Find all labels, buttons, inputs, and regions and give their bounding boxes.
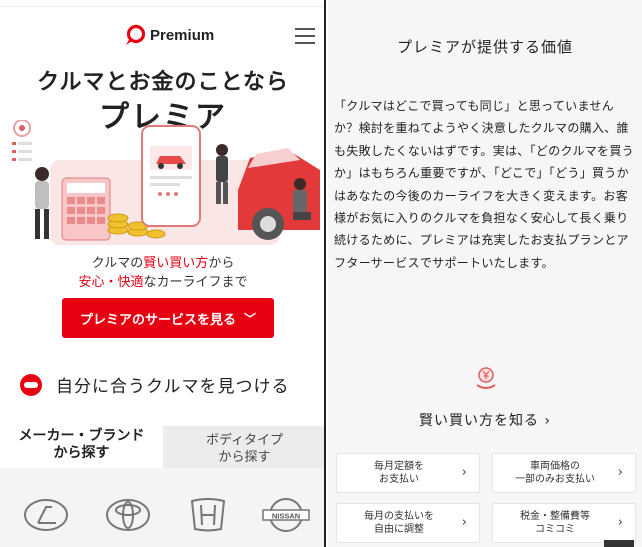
calculator-illustration [61, 177, 111, 241]
learn-smart-buying-link[interactable]: 賢い買い方を知る › [328, 410, 642, 430]
value-panel: プレミアが提供する価値 「クルマはどこで買っても同じ」と思っていませんか？検討を… [328, 0, 642, 547]
target-icon [12, 119, 32, 161]
card-label-line1: 毎月の支払いを [364, 511, 434, 522]
tagline-text: から [208, 256, 235, 271]
premium-logo[interactable]: Premium [124, 24, 214, 46]
card-label-line2: 自由に調整 [374, 524, 424, 535]
yen-coin-icon [473, 365, 499, 391]
card-label-line1: 税金・整備費等 [520, 511, 590, 522]
card-label: 毎月の支払いを 自由に調整 [364, 510, 434, 536]
value-section-body: 「クルマはどこで買っても同じ」と思っていませんか？検討を重ねてようやく決意したク… [334, 99, 634, 270]
tab-body-type[interactable]: ボディタイプ から探す [163, 426, 324, 468]
view-services-button[interactable]: プレミアのサービスを見る ﹀ [62, 298, 274, 338]
red-car-illustration [238, 148, 320, 240]
card-label: 車両価格の 一部のみお支払い [515, 460, 595, 486]
card-label-line2: コミコミ [535, 524, 575, 535]
card-fixed-monthly[interactable]: 毎月定額を お支払い › [336, 453, 480, 493]
card-label: 税金・整備費等 コミコミ [520, 510, 590, 536]
tab-maker-brand[interactable]: メーカー・ブランド から探す [0, 422, 163, 468]
nissan-logo[interactable]: NISSAN [262, 495, 310, 535]
card-all-inclusive[interactable]: 税金・整備費等 コミコミ › [492, 503, 636, 543]
tab-label-line2: から探す [53, 445, 110, 461]
tagline-text: なカーライフまで [143, 275, 248, 290]
hamburger-menu-icon[interactable] [295, 28, 315, 44]
chevron-right-icon: › [461, 515, 467, 530]
car-badge-icon [20, 373, 42, 396]
find-car-heading: 自分に合うクルマを見つける [20, 372, 290, 397]
hero-tagline: クルマの賢い買い方から 安心・快適なカーライフまで [0, 254, 324, 292]
logo-text: Premium [150, 26, 215, 44]
site-header: Premium [0, 24, 324, 60]
chevron-right-icon: › [617, 515, 623, 530]
smartphone-illustration [141, 125, 201, 227]
premium-logo-mark-icon [124, 24, 146, 46]
scroll-indicator [604, 540, 634, 547]
search-tabs: メーカー・ブランド から探す ボディタイプ から探す [0, 422, 324, 468]
toyota-logo[interactable] [104, 495, 152, 535]
find-car-title: 自分に合うクルマを見つける [56, 377, 290, 397]
tab-label-line2: から探す [218, 450, 271, 465]
status-strip [0, 0, 324, 7]
card-label-line2: お支払い [379, 474, 419, 485]
tab-label-line1: ボディタイプ [205, 433, 284, 448]
tab-label-line1: メーカー・ブランド [18, 428, 145, 444]
card-label: 毎月定額を お支払い [374, 460, 424, 486]
card-label-line1: 毎月定額を [374, 461, 424, 472]
card-label-line1: 車両価格の [530, 461, 580, 472]
hero-illustration [10, 119, 320, 250]
chevron-down-icon: ﹀ [244, 311, 257, 326]
woman-figure [35, 167, 49, 239]
nissan-logo-text: NISSAN [272, 512, 300, 521]
value-section-title: プレミアが提供する価値 [396, 38, 573, 56]
chevron-right-icon: › [617, 465, 623, 480]
tagline-highlight: 賢い買い方 [143, 256, 209, 271]
mobile-home-panel: Premium クルマとお金のことなら プレミア クルマの賢い買い方から 安心・… [0, 0, 326, 547]
tagline-highlight: 安心・快適 [78, 275, 144, 290]
tagline-text: クルマの [91, 256, 144, 271]
chevron-right-icon: › [461, 465, 467, 480]
view-services-label: プレミアのサービスを見る [79, 312, 236, 328]
card-partial-payment[interactable]: 車両価格の 一部のみお支払い › [492, 453, 636, 493]
card-label-line2: 一部のみお支払い [515, 474, 595, 485]
honda-logo[interactable] [184, 495, 232, 535]
lexus-logo[interactable] [22, 495, 70, 535]
card-adjustable-payment[interactable]: 毎月の支払いを 自由に調整 › [336, 503, 480, 543]
